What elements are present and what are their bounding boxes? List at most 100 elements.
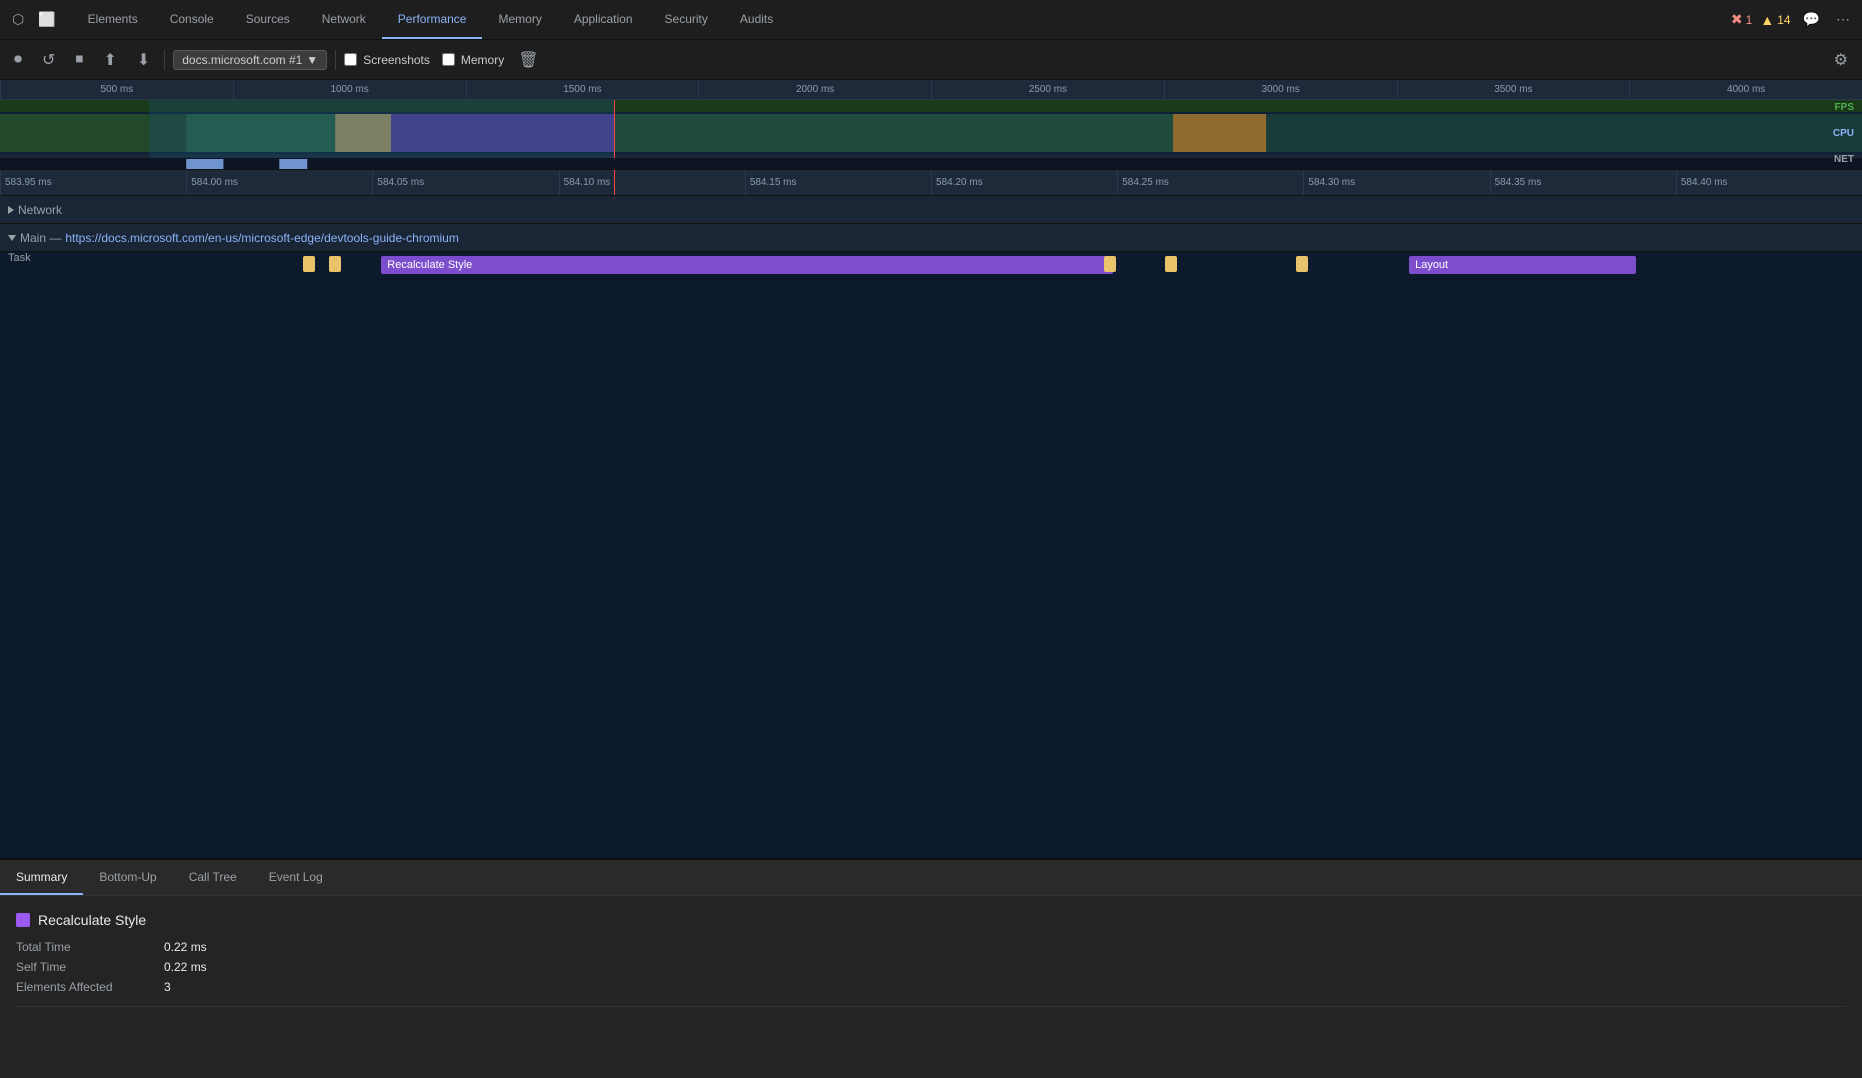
memory-checkbox-label[interactable]: Memory — [442, 53, 504, 67]
separator2 — [335, 50, 336, 70]
error-badge[interactable]: ✖ 1 — [1731, 11, 1752, 28]
detail-ruler-marks: 583.95 ms 584.00 ms 584.05 ms 584.10 ms … — [0, 170, 1862, 196]
feedback-icon[interactable]: 💬 — [1799, 7, 1824, 32]
top-nav: ⬡ ⬜ Elements Console Sources Network Per… — [0, 0, 1862, 40]
main-thread-header[interactable]: Main — https://docs.microsoft.com/en-us/… — [0, 224, 1862, 252]
trash-button[interactable]: 🗑 — [512, 46, 544, 74]
detail-mark-8: 584.35 ms — [1490, 170, 1676, 196]
stat-row-self: Self Time 0.22 ms — [16, 960, 1846, 974]
detail-mark-1: 584.00 ms — [186, 170, 372, 196]
screenshots-checkbox[interactable] — [344, 53, 357, 66]
detail-mark-6: 584.25 ms — [1117, 170, 1303, 196]
stat-row-total: Total Time 0.22 ms — [16, 940, 1846, 954]
record-button[interactable]: ⏺ — [8, 47, 28, 73]
tab-audits[interactable]: Audits — [724, 0, 789, 39]
tab-event-log[interactable]: Event Log — [253, 860, 339, 895]
network-row[interactable]: Network — [0, 196, 1862, 224]
profile-selector[interactable]: docs.microsoft.com #1 ▼ — [173, 50, 327, 70]
tab-console[interactable]: Console — [154, 0, 230, 39]
total-time-label: Total Time — [16, 940, 156, 954]
ruler-mark-4: 2500 ms — [931, 80, 1164, 99]
detail-mark-2: 584.05 ms — [372, 170, 558, 196]
summary-event-name: Recalculate Style — [38, 912, 146, 928]
tab-network[interactable]: Network — [306, 0, 382, 39]
tab-summary[interactable]: Summary — [0, 860, 83, 895]
ruler-mark-1: 1000 ms — [233, 80, 466, 99]
ruler-mark-7: 4000 ms — [1629, 80, 1862, 99]
recalculate-style-label: Recalculate Style — [387, 259, 472, 271]
stop-button[interactable]: ⏹ — [69, 47, 89, 73]
yellow-bar-5 — [1296, 256, 1308, 272]
flame-empty-area[interactable] — [0, 280, 1862, 914]
detail-mark-0: 583.95 ms — [0, 170, 186, 196]
nav-right: ✖ 1 ▲ 14 💬 ⋯ — [1731, 7, 1854, 32]
reload-button[interactable]: ↺ — [36, 46, 61, 74]
recalculate-style-bar[interactable]: Recalculate Style — [381, 256, 1113, 274]
cpu-label: CPU — [1833, 128, 1854, 139]
nav-tabs: Elements Console Sources Network Perform… — [72, 0, 1731, 39]
ruler-mark-5: 3000 ms — [1164, 80, 1397, 99]
summary-stats: Total Time 0.22 ms Self Time 0.22 ms Ele… — [16, 940, 1846, 994]
more-icon[interactable]: ⋯ — [1832, 7, 1854, 32]
main-content: Task Recalculate Style Layout — [0, 252, 1862, 914]
ruler-marks: 500 ms 1000 ms 1500 ms 2000 ms 2500 ms 3… — [0, 80, 1862, 99]
ruler-mark-6: 3500 ms — [1397, 80, 1630, 99]
bottom-content: Recalculate Style Total Time 0.22 ms Sel… — [0, 896, 1862, 1023]
summary-color-swatch — [16, 913, 30, 927]
tab-elements[interactable]: Elements — [72, 0, 154, 39]
overview-content[interactable]: FPS CPU NET — [0, 100, 1862, 170]
cursor-icon[interactable]: ⬡ — [8, 7, 28, 32]
ruler-mark-3: 2000 ms — [698, 80, 931, 99]
layout-bar[interactable]: Layout — [1409, 256, 1635, 274]
layout-label: Layout — [1415, 259, 1448, 271]
memory-label: Memory — [461, 53, 504, 67]
summary-title: Recalculate Style — [16, 912, 1846, 928]
bottom-tabs: Summary Bottom-Up Call Tree Event Log — [0, 860, 1862, 896]
error-icon: ✖ — [1731, 11, 1743, 28]
ruler-mark-0: 500 ms — [0, 80, 233, 99]
separator — [164, 50, 165, 70]
device-icon[interactable]: ⬜ — [34, 7, 59, 32]
tab-sources[interactable]: Sources — [230, 0, 306, 39]
total-time-value: 0.22 ms — [164, 940, 207, 954]
memory-checkbox[interactable] — [442, 53, 455, 66]
devtools-icons: ⬡ ⬜ — [8, 7, 60, 32]
tab-memory[interactable]: Memory — [482, 0, 557, 39]
profile-name: docs.microsoft.com #1 — [182, 53, 302, 67]
task-content[interactable]: Recalculate Style Layout — [120, 252, 1862, 279]
net-label: NET — [1834, 154, 1854, 165]
stat-row-elements: Elements Affected 3 — [16, 980, 1846, 994]
bottom-panel: Summary Bottom-Up Call Tree Event Log Re… — [0, 858, 1862, 1078]
summary-divider — [16, 1006, 1846, 1007]
tab-application[interactable]: Application — [558, 0, 649, 39]
settings-button[interactable]: ⚙ — [1828, 46, 1854, 74]
tab-call-tree[interactable]: Call Tree — [173, 860, 253, 895]
task-row: Task Recalculate Style Layout — [0, 252, 1862, 280]
upload-button[interactable]: ⬆ — [97, 46, 122, 74]
tab-performance[interactable]: Performance — [382, 0, 483, 39]
tab-bottom-up[interactable]: Bottom-Up — [83, 860, 172, 895]
yellow-bar-3 — [1104, 256, 1116, 272]
detail-mark-3: 584.10 ms — [559, 170, 745, 196]
detail-mark-5: 584.20 ms — [931, 170, 1117, 196]
detail-mark-9: 584.40 ms — [1676, 170, 1862, 196]
warn-count: 14 — [1777, 13, 1790, 27]
warn-badge[interactable]: ▲ 14 — [1760, 12, 1790, 28]
task-label: Task — [0, 252, 120, 279]
tab-security[interactable]: Security — [649, 0, 724, 39]
elements-affected-value: 3 — [164, 980, 171, 994]
detail-mark-7: 584.30 ms — [1303, 170, 1489, 196]
download-button[interactable]: ⬇ — [131, 46, 156, 74]
network-label: Network — [18, 203, 62, 217]
warn-icon: ▲ — [1760, 12, 1774, 28]
overview-chart — [0, 100, 1862, 170]
yellow-bar-2 — [329, 256, 341, 272]
main-thread-label: Main — https://docs.microsoft.com/en-us/… — [8, 231, 459, 245]
elements-affected-label: Elements Affected — [16, 980, 156, 994]
main-url: https://docs.microsoft.com/en-us/microso… — [65, 231, 459, 245]
overview-timeline: 500 ms 1000 ms 1500 ms 2000 ms 2500 ms 3… — [0, 80, 1862, 170]
screenshots-checkbox-label[interactable]: Screenshots — [344, 53, 430, 67]
error-count: 1 — [1746, 13, 1753, 27]
network-row-label: Network — [8, 203, 62, 217]
ruler-mark-2: 1500 ms — [466, 80, 699, 99]
